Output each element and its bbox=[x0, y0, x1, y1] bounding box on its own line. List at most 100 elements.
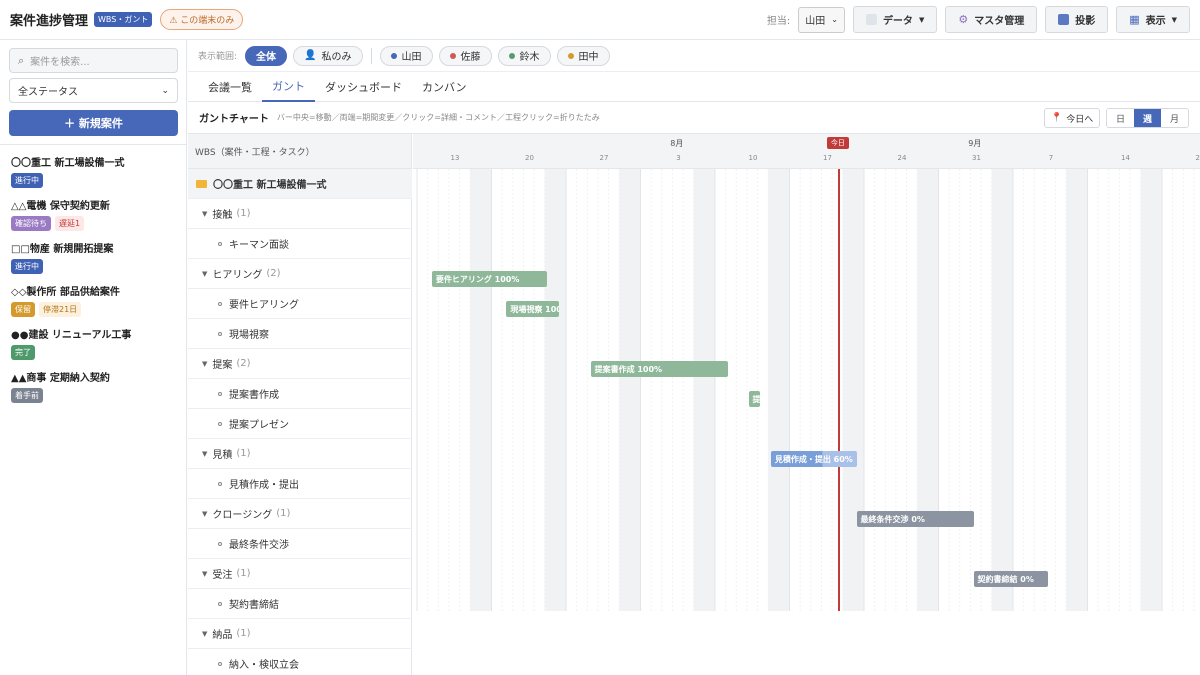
filter-chip[interactable]: 👤 私のみ bbox=[293, 45, 363, 66]
weekend-column bbox=[927, 169, 939, 611]
wbs-row[interactable]: ▼ 接触 (1) bbox=[188, 199, 412, 229]
filter-chips: 全体 👤 私のみ 山田 佐藤 鈴木 田中 bbox=[245, 45, 610, 66]
project-item[interactable]: □□物産 新規開拓提案進行中 bbox=[11, 240, 181, 274]
data-menu-button[interactable]: データ ▼ bbox=[852, 6, 938, 33]
filter-chip[interactable]: 全体 bbox=[245, 45, 288, 66]
tab[interactable]: 会議一覧 bbox=[198, 72, 262, 102]
status-badge: 進行中 bbox=[11, 173, 43, 188]
view-menu-button[interactable]: ▦ 表示 ▼ bbox=[1116, 6, 1190, 33]
status-badge: 保留 bbox=[11, 302, 35, 317]
person-icon: 👤 bbox=[304, 50, 317, 61]
project-item[interactable]: △△電機 保守契約更新 確認待ち 遅延1 bbox=[11, 197, 181, 231]
weekend-column bbox=[1151, 169, 1162, 611]
wbs-row[interactable]: ▼ 見積 (1) bbox=[188, 439, 412, 469]
wbs-panel: WBS（案件・工程・タスク） 〇〇重工 新工場設備一式 ▼ 接触 (1) キーマン面談 ▼… bbox=[188, 134, 412, 675]
wbs-row[interactable]: ▼ クロージング (1) bbox=[188, 499, 412, 529]
wbs-phase-label: 提案 bbox=[212, 360, 233, 371]
project-item[interactable]: ▲▲商事 定期納入契約 着手前 bbox=[11, 369, 181, 403]
wbs-row[interactable]: 納入・検収立会 bbox=[188, 649, 412, 675]
app-title: 案件進捗管理 bbox=[10, 14, 89, 29]
projector-icon bbox=[1058, 14, 1070, 25]
bullet-icon bbox=[218, 481, 222, 486]
project-tags: 進行中 bbox=[11, 259, 181, 274]
tab[interactable]: ガント bbox=[262, 72, 315, 102]
wbs-row[interactable]: ▼ 納品 (1) bbox=[188, 619, 412, 649]
project-item[interactable]: 〇〇重工 新工場設備一式 進行中 bbox=[11, 154, 181, 188]
bullet-icon bbox=[218, 541, 222, 546]
gantt-title: ガントチャート bbox=[199, 114, 269, 125]
filter-chip[interactable]: 佐藤 bbox=[438, 45, 492, 66]
scale-switch: 日週月 bbox=[1106, 108, 1189, 128]
gantt-bar[interactable]: 最終条件交渉 0% bbox=[856, 511, 975, 527]
scale-option[interactable]: 日 bbox=[1107, 109, 1134, 127]
scale-option[interactable]: 週 bbox=[1134, 109, 1161, 127]
wbs-badge: WBS・ガント bbox=[94, 12, 153, 27]
week-tick-label: 3 bbox=[676, 154, 681, 162]
bullet-icon bbox=[218, 301, 222, 306]
assignee-label: 担当: bbox=[766, 16, 791, 27]
gantt-bar[interactable]: 契約書締結 0% bbox=[973, 571, 1048, 587]
sidebar: ⌕ 案件を検索... 全ステータス ⌄ ＋ 新規案件 〇〇重工 新工場設備一式進… bbox=[0, 40, 187, 675]
present-label: 投影 bbox=[1075, 16, 1096, 27]
wbs-row[interactable]: 契約書締結 bbox=[188, 589, 412, 619]
wbs-phase-count: (1) bbox=[276, 508, 291, 519]
wbs-row[interactable]: 最終条件交渉 bbox=[188, 529, 412, 559]
status-filter-select[interactable]: 全ステータス ⌄ bbox=[9, 78, 178, 103]
wbs-project-label: 〇〇重工 新工場設備一式 bbox=[213, 180, 327, 191]
filter-chip[interactable]: 田中 bbox=[556, 45, 610, 66]
gantt-bar[interactable]: 提 bbox=[748, 391, 760, 407]
bullet-icon bbox=[218, 601, 222, 606]
device-only-badge[interactable]: ⚠ この端末のみ bbox=[160, 9, 244, 30]
wbs-row[interactable]: ▼ 提案 (2) bbox=[188, 349, 412, 379]
caret-down-icon: ▼ bbox=[202, 629, 208, 638]
new-project-button[interactable]: ＋ 新規案件 bbox=[9, 110, 178, 136]
weekend-column bbox=[1140, 169, 1152, 611]
assignee-select[interactable]: 山田 ⌄ bbox=[798, 6, 845, 33]
go-today-label: 今日へ bbox=[1066, 114, 1094, 125]
project-name: □□物産 新規開拓提案 bbox=[11, 244, 114, 255]
filter-chip-label: 佐藤 bbox=[460, 52, 481, 63]
gantt-bar[interactable]: 要件ヒアリング 100% bbox=[431, 271, 548, 287]
search-icon: ⌕ bbox=[18, 53, 25, 67]
tab[interactable]: ダッシュボード bbox=[315, 72, 412, 102]
search-input[interactable]: ⌕ 案件を検索... bbox=[9, 48, 178, 73]
wbs-row[interactable]: 現場視察 bbox=[188, 319, 412, 349]
master-button[interactable]: ⚙ マスタ管理 bbox=[945, 6, 1038, 33]
status-filter-value: 全ステータス bbox=[18, 87, 78, 98]
color-dot-icon bbox=[449, 52, 456, 59]
folder-icon bbox=[196, 179, 207, 188]
project-item[interactable]: ◇◇製作所 部品供給案件 保留 停滞21日 bbox=[11, 283, 181, 317]
wbs-row[interactable]: 〇〇重工 新工場設備一式 bbox=[188, 169, 412, 199]
bullet-icon bbox=[218, 241, 222, 246]
color-dot-icon bbox=[390, 52, 397, 59]
scale-option[interactable]: 月 bbox=[1161, 109, 1188, 127]
project-tags: 着手前 bbox=[11, 388, 181, 403]
filter-chip[interactable]: 山田 bbox=[379, 45, 433, 66]
wbs-row[interactable]: 見積作成・提出 bbox=[188, 469, 412, 499]
present-button[interactable]: 投影 bbox=[1045, 6, 1109, 33]
project-name: △△電機 保守契約更新 bbox=[11, 201, 110, 212]
data-menu-label: データ bbox=[882, 16, 913, 27]
filter-chip[interactable]: 鈴木 bbox=[497, 45, 551, 66]
wbs-row[interactable]: 提案プレゼン bbox=[188, 409, 412, 439]
gantt-bar[interactable]: 現場視察 100% bbox=[506, 301, 559, 317]
go-today-button[interactable]: 📍 今日へ bbox=[1044, 108, 1101, 128]
wbs-row[interactable]: ▼ 受注 (1) bbox=[188, 559, 412, 589]
weekend-column bbox=[842, 169, 854, 611]
project-item[interactable]: ●●建設 リニューアル工事 完了 bbox=[11, 326, 181, 360]
weekend-column bbox=[480, 169, 492, 611]
project-tags: 完了 bbox=[11, 345, 181, 360]
wbs-row[interactable]: 要件ヒアリング bbox=[188, 289, 412, 319]
gantt-timeline: 13 20 27 3 10 17 24 31 7 14 21 8月 9月 今日 要件ヒアリング 100% 現… bbox=[413, 134, 1200, 675]
gantt-bar[interactable]: 提案書作成 100% bbox=[590, 361, 728, 377]
wbs-row[interactable]: 提案書作成 bbox=[188, 379, 412, 409]
wbs-row[interactable]: ▼ ヒアリング (2) bbox=[188, 259, 412, 289]
filter-chip-label: 私のみ bbox=[321, 52, 352, 63]
tab[interactable]: カンバン bbox=[412, 72, 477, 102]
project-tags: 保留 停滞21日 bbox=[11, 302, 181, 317]
wbs-row[interactable]: キーマン面談 bbox=[188, 229, 412, 259]
gantt-bar[interactable]: 見積作成・提出 60% bbox=[770, 451, 857, 467]
week-tick-label: 21 bbox=[1195, 154, 1200, 162]
wbs-task-label: 最終条件交渉 bbox=[229, 540, 289, 551]
caret-down-icon: ▼ bbox=[202, 569, 208, 578]
